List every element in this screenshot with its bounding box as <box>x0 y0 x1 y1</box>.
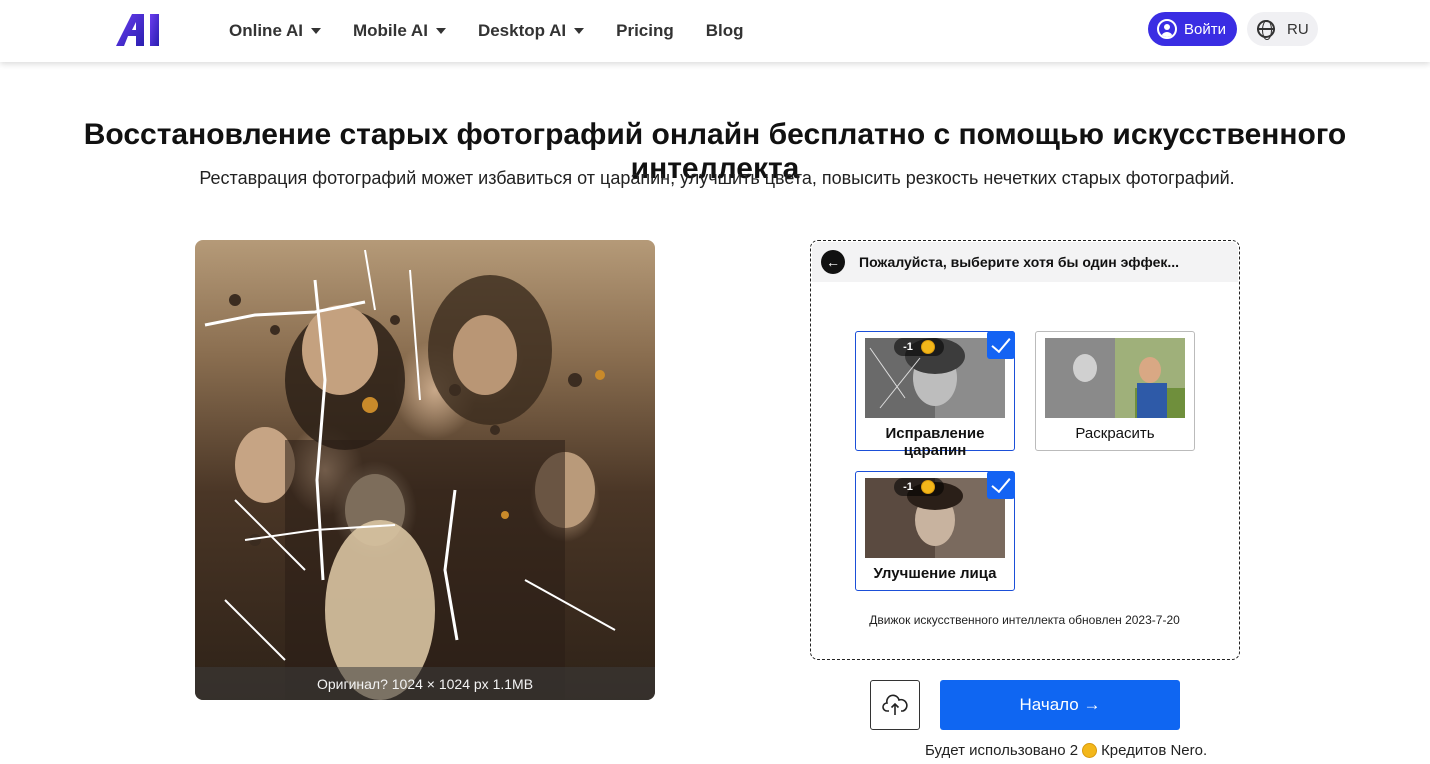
photo-caption: Оригинал? 1024 × 1024 px 1.1MB <box>195 667 655 700</box>
photo-image <box>204 249 616 700</box>
nav-label: Blog <box>705 21 744 40</box>
credits-prefix: Будет использовано 2 <box>925 742 1079 759</box>
original-photo-preview: Оригинал? 1024 × 1024 px 1.1MB <box>195 240 655 700</box>
checkmark-icon <box>987 471 1015 499</box>
effect-card-colorize[interactable]: Раскрасить <box>1035 331 1195 451</box>
credits-suffix: Кредитов Nero. <box>1101 742 1208 759</box>
back-arrow-icon[interactable]: ← <box>821 250 845 274</box>
user-icon <box>1157 19 1177 39</box>
cost-text: -1 <box>903 481 913 493</box>
engine-update-note: Движок искусственного интеллекта обновле… <box>869 613 1180 627</box>
effects-panel: ← Пожалуйста, выберите хотя бы один эффе… <box>810 240 1240 660</box>
cost-text: -1 <box>903 341 913 353</box>
language-selector[interactable]: RU <box>1247 12 1318 46</box>
coin-icon <box>920 480 935 494</box>
site-header: Online AI Mobile AI Desktop AI Pricing B… <box>0 0 1430 62</box>
nav-label: Desktop AI <box>477 21 567 40</box>
start-button[interactable]: Начало → <box>940 680 1180 730</box>
upload-button[interactable] <box>870 680 920 730</box>
effect-card-face-enhance[interactable]: -1 Улучшение лица <box>855 471 1015 591</box>
nav-label: Online AI <box>229 21 303 40</box>
nav-blog[interactable]: Blog <box>706 21 744 41</box>
caret-down-icon <box>574 28 585 34</box>
upload-cloud-icon <box>882 694 908 715</box>
nav-desktop-ai[interactable]: Desktop AI <box>477 21 585 41</box>
credits-note: Будет использовано 2 Кредитов Nero. <box>925 742 1207 759</box>
nav-online-ai[interactable]: Online AI <box>229 21 321 41</box>
coin-icon <box>1082 743 1098 758</box>
logo[interactable] <box>116 12 170 48</box>
panel-header: ← Пожалуйста, выберите хотя бы один эффе… <box>812 242 1238 282</box>
caret-down-icon <box>311 28 321 34</box>
credit-cost-badge: -1 <box>894 338 944 356</box>
login-button[interactable]: Войти <box>1148 12 1237 46</box>
effect-label: Исправление царапин <box>885 425 985 459</box>
language-label: RU <box>1287 20 1309 38</box>
panel-header-text: Пожалуйста, выберите хотя бы один эффек.… <box>859 254 1180 270</box>
nav-label: Mobile AI <box>353 21 428 40</box>
login-label: Войти <box>1184 20 1226 38</box>
main-nav: Online AI Mobile AI Desktop AI Pricing B… <box>229 0 776 62</box>
page-subtitle: Реставрация фотографий может избавиться … <box>199 168 1235 188</box>
effect-card-scratch-fix[interactable]: -1 Исправление царапин <box>855 331 1015 459</box>
coin-icon <box>920 340 935 354</box>
effect-label: Раскрасить <box>1075 425 1155 442</box>
nav-mobile-ai[interactable]: Mobile AI <box>353 21 446 41</box>
globe-icon <box>1257 20 1275 40</box>
checkmark-icon <box>987 331 1015 359</box>
effect-label: Улучшение лица <box>873 565 997 582</box>
nav-label: Pricing <box>616 21 674 40</box>
effect-thumbnail <box>1045 338 1185 418</box>
credit-cost-badge: -1 <box>894 478 944 496</box>
nav-pricing[interactable]: Pricing <box>616 21 674 41</box>
caret-down-icon <box>435 28 446 34</box>
